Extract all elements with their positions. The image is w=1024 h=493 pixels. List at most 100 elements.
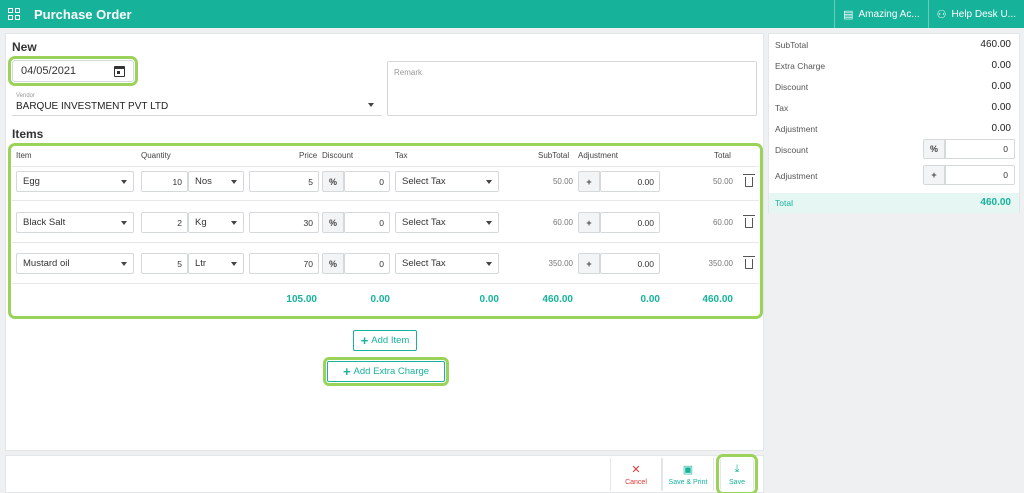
column-header-item: Item: [16, 151, 32, 160]
total-discount: 0.00: [370, 294, 390, 305]
row-subtotal: 350.00: [548, 259, 573, 268]
summary-discount-input[interactable]: 0: [945, 139, 1015, 159]
summary-panel: SubTotal 460.00 Extra Charge 0.00 Discou…: [768, 33, 1020, 213]
tax-value: Select Tax: [402, 258, 446, 269]
item-select[interactable]: Egg: [16, 171, 134, 192]
chevron-down-icon: [486, 262, 492, 266]
download-icon: ⤓: [734, 463, 740, 475]
chevron-down-icon: [121, 221, 127, 225]
items-table: Item Quantity Price Discount Tax SubTota…: [8, 143, 763, 319]
summary-value: 0.00: [991, 81, 1011, 92]
close-icon: ✕: [631, 464, 641, 476]
row-total: 50.00: [712, 177, 733, 186]
company-name: Amazing Ac...: [858, 8, 920, 20]
adjustment-input[interactable]: 0.00: [600, 171, 660, 192]
discount-type-button[interactable]: %: [322, 253, 344, 274]
row-divider: [12, 200, 759, 201]
building-icon: ▤: [843, 8, 854, 21]
summary-subtotal-row: SubTotal 460.00: [769, 34, 1019, 55]
quantity-input[interactable]: 10: [141, 171, 188, 192]
summary-total-label: Total: [775, 198, 793, 208]
discount-input[interactable]: 0: [344, 171, 390, 192]
chevron-down-icon: [231, 262, 237, 266]
user-name: Help Desk U...: [951, 8, 1016, 20]
summary-tax-row: Tax 0.00: [769, 97, 1019, 118]
price-input[interactable]: 5: [249, 171, 319, 192]
discount-type-button[interactable]: %: [322, 171, 344, 192]
adjustment-sign-button[interactable]: +: [578, 253, 600, 274]
price-input[interactable]: 70: [249, 253, 319, 274]
cancel-label: Cancel: [625, 479, 647, 486]
items-heading: Items: [12, 127, 44, 141]
chevron-down-icon: [486, 180, 492, 184]
date-field[interactable]: 04/05/2021: [8, 56, 138, 86]
row-total: 350.00: [708, 259, 733, 268]
quantity-input[interactable]: 2: [141, 212, 188, 233]
discount-input[interactable]: 0: [344, 253, 390, 274]
adjustment-input[interactable]: 0.00: [600, 253, 660, 274]
total-tax: 0.00: [479, 294, 499, 305]
unit-value: Ltr: [195, 258, 207, 269]
quantity-input[interactable]: 5: [141, 253, 188, 274]
chevron-down-icon: [121, 180, 127, 184]
unit-select[interactable]: Kg: [188, 212, 244, 233]
item-select[interactable]: Black Salt: [16, 212, 134, 233]
price-input[interactable]: 30: [249, 212, 319, 233]
remark-textarea[interactable]: Remark: [387, 61, 757, 116]
save-button[interactable]: ⤓ Save: [716, 454, 758, 493]
add-item-button[interactable]: + Add Item: [353, 330, 417, 351]
calendar-icon[interactable]: [114, 66, 125, 77]
row-total: 60.00: [712, 218, 733, 227]
chevron-down-icon: [121, 262, 127, 266]
row-divider: [12, 283, 759, 284]
chevron-down-icon: [368, 103, 374, 107]
save-label: Save: [729, 479, 745, 486]
summary-label: Tax: [775, 102, 789, 113]
discount-input[interactable]: 0: [344, 212, 390, 233]
delete-icon[interactable]: [743, 215, 755, 228]
grand-total: 460.00: [702, 294, 733, 305]
chevron-down-icon: [486, 221, 492, 225]
delete-icon[interactable]: [743, 174, 755, 187]
discount-type-button[interactable]: %: [322, 212, 344, 233]
purchase-order-form: New 04/05/2021 Vendor BARQUE INVESTMENT …: [5, 33, 764, 451]
adjustment-sign-button[interactable]: +: [578, 171, 600, 192]
summary-adjustment-sign-button[interactable]: +: [923, 165, 945, 185]
summary-extra-row: Extra Charge 0.00: [769, 55, 1019, 76]
item-select[interactable]: Mustard oil: [16, 253, 134, 274]
user-icon: ⚇: [936, 8, 947, 21]
tax-select[interactable]: Select Tax: [395, 171, 499, 192]
summary-label: Adjustment: [775, 123, 818, 134]
tax-select[interactable]: Select Tax: [395, 212, 499, 233]
delete-icon[interactable]: [743, 256, 755, 269]
vendor-label: Vendor: [16, 93, 36, 99]
summary-total-value: 460.00: [980, 197, 1011, 208]
add-extra-charge-label: Add Extra Charge: [353, 366, 430, 377]
add-extra-charge-button[interactable]: + Add Extra Charge: [323, 357, 449, 386]
apps-grid-icon[interactable]: [8, 8, 20, 20]
summary-discount-type-button[interactable]: %: [923, 139, 945, 159]
total-subtotal: 460.00: [542, 294, 573, 305]
row-subtotal: 60.00: [552, 218, 573, 227]
summary-label: Discount: [775, 144, 809, 155]
summary-adjustment-row: Adjustment 0.00: [769, 118, 1019, 139]
summary-label: SubTotal: [775, 39, 809, 50]
unit-select[interactable]: Ltr: [188, 253, 244, 274]
adjustment-sign-button[interactable]: +: [578, 212, 600, 233]
summary-value: 460.00: [980, 39, 1011, 50]
summary-adjustment-input[interactable]: 0: [945, 165, 1015, 185]
summary-value: 0.00: [991, 123, 1011, 134]
save-print-button[interactable]: ▣ Save & Print: [662, 458, 714, 491]
plus-icon: +: [360, 333, 369, 348]
company-switcher[interactable]: ▤ Amazing Ac...: [834, 0, 928, 28]
column-header-adjustment: Adjustment: [578, 151, 619, 160]
user-menu[interactable]: ⚇ Help Desk U...: [927, 0, 1024, 28]
summary-total-row: Total 460.00: [769, 193, 1019, 213]
unit-select[interactable]: Nos: [188, 171, 244, 192]
adjustment-input[interactable]: 0.00: [600, 212, 660, 233]
item-name: Mustard oil: [23, 258, 70, 269]
tax-select[interactable]: Select Tax: [395, 253, 499, 274]
cancel-button[interactable]: ✕ Cancel: [610, 458, 662, 491]
vendor-select[interactable]: Vendor BARQUE INVESTMENT PVT LTD: [12, 92, 382, 116]
date-value: 04/05/2021: [21, 65, 77, 77]
